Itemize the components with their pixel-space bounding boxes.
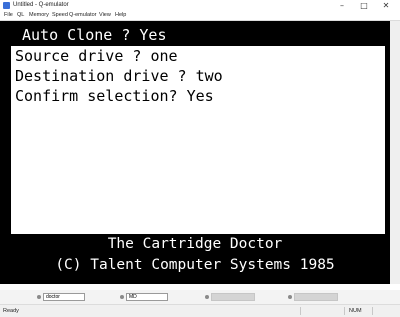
drive-led-icon [205, 295, 209, 299]
menu-file[interactable]: File [4, 11, 13, 20]
status-divider [372, 307, 373, 315]
program-title: The Cartridge Doctor [107, 236, 283, 252]
status-divider [300, 307, 301, 315]
copyright-line: (C) Talent Computer Systems 1985 [55, 257, 335, 273]
menu-view[interactable]: View [99, 11, 111, 20]
drive-1-field[interactable]: doctor [43, 293, 85, 301]
status-text: Ready [3, 308, 19, 314]
menu-bar: File QL Memory Speed Q-emulator View Hel… [0, 11, 400, 21]
menu-memory[interactable]: Memory [29, 11, 49, 20]
minimize-button[interactable]: – [331, 0, 353, 11]
drive-4-field[interactable] [294, 293, 338, 301]
menu-q-emulator[interactable]: Q-emulator [69, 11, 97, 20]
menu-speed[interactable]: Speed [52, 11, 68, 20]
window-title: Untitled - Q-emulator [13, 2, 69, 8]
drive-led-icon [120, 295, 124, 299]
close-button[interactable]: ✕ [375, 0, 397, 11]
drive-led-icon [37, 295, 41, 299]
source-drive-line: Source drive ? one [15, 47, 178, 65]
menu-help[interactable]: Help [115, 11, 126, 20]
status-bar: Ready NUM [0, 304, 400, 317]
app-icon [3, 2, 10, 9]
maximize-button[interactable]: □ [353, 0, 375, 11]
status-divider [344, 307, 345, 315]
menu-ql[interactable]: QL [17, 11, 24, 20]
drive-strip: doctor MD [0, 290, 400, 304]
selection-panel: Source drive ? one Destination drive ? t… [11, 46, 385, 234]
emulator-screen[interactable]: Auto Clone ? Yes Source drive ? one Dest… [0, 21, 390, 284]
auto-clone-prompt: Auto Clone ? Yes [22, 26, 167, 44]
drive-3-field[interactable] [211, 293, 255, 301]
drive-2-field[interactable]: MD [126, 293, 168, 301]
drive-led-icon [288, 295, 292, 299]
num-lock-indicator: NUM [349, 308, 362, 314]
destination-drive-line: Destination drive ? two [15, 67, 223, 85]
confirm-selection-line: Confirm selection? Yes [15, 87, 214, 105]
window-frame [390, 21, 400, 284]
